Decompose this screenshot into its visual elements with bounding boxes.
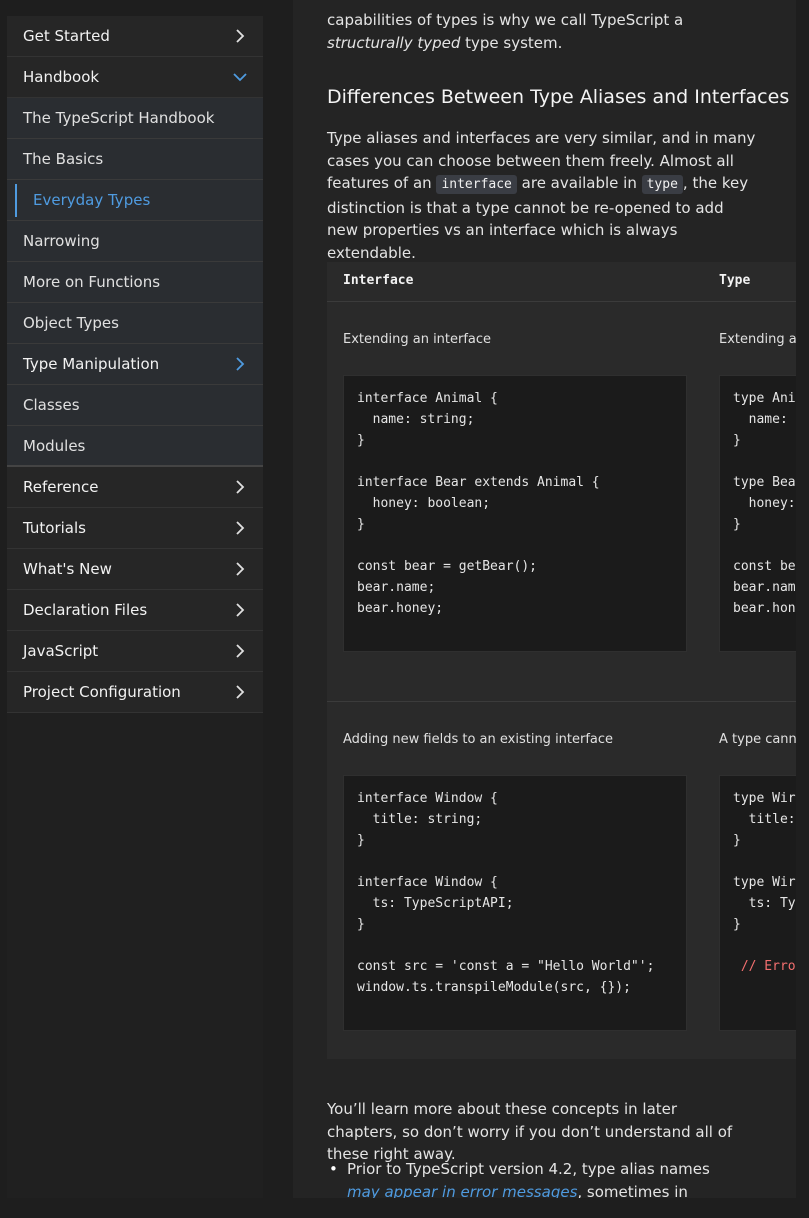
sidebar-item-reference[interactable]: Reference: [7, 467, 263, 508]
sidebar-item-label: Handbook: [23, 68, 100, 86]
main-content: capabilities of types is why we call Typ…: [293, 0, 796, 1198]
code-block: interface Animal { name: string; } inter…: [343, 375, 687, 652]
sidebar-item-label: Narrowing: [23, 232, 100, 250]
chevron-right-icon: [233, 480, 247, 494]
table-cell-label: Adding new fields to an existing interfa…: [343, 732, 614, 747]
sidebar-item-project-configuration[interactable]: Project Configuration: [7, 672, 263, 713]
sidebar-item-handbook[interactable]: Handbook: [7, 57, 263, 98]
sidebar-item-label: The TypeScript Handbook: [23, 109, 215, 127]
sidebar-item-label: Get Started: [23, 27, 110, 45]
code-block: type Wir title: } type Wir ts: Ty } // E…: [719, 775, 796, 1031]
sidebar-item-label: Everyday Types: [33, 191, 151, 209]
sidebar-item-classes[interactable]: Classes: [7, 385, 263, 426]
sidebar-item-label: Modules: [23, 436, 86, 455]
section-heading: Differences Between Type Aliases and Int…: [327, 86, 790, 108]
followup-paragraph: You’ll learn more about these concepts i…: [327, 1100, 733, 1163]
sidebar: Get Started Handbook The TypeScript Hand…: [7, 16, 263, 1198]
table-cell-label: A type canno: [719, 732, 796, 747]
sidebar-item-label: Reference: [23, 478, 99, 496]
table-cell-label: Extending an interface: [343, 332, 492, 347]
intro-text: capabilities of types is why we call Typ…: [327, 11, 684, 29]
sidebar-item-whats-new[interactable]: What's New: [7, 549, 263, 590]
chevron-right-icon: [233, 521, 247, 535]
table-header: Interface Type: [327, 262, 796, 302]
sidebar-item-modules[interactable]: Modules: [7, 426, 263, 467]
code-block: type Ani name: } type Bea honey: } const…: [719, 375, 796, 652]
table-cell-label: Extending a: [719, 332, 796, 347]
intro-text-end: type system.: [460, 33, 563, 52]
sidebar-item-label: Declaration Files: [23, 601, 148, 619]
column-header-interface: Interface: [343, 273, 414, 288]
inline-code: interface: [436, 175, 517, 194]
sidebar-item-get-started[interactable]: Get Started: [7, 16, 263, 57]
code-error-comment: // Erro: [733, 959, 796, 974]
notes-list: Prior to TypeScript version 4.2, type al…: [327, 1158, 717, 1198]
chevron-down-icon: [233, 70, 247, 84]
intro-paragraph: capabilities of types is why we call Typ…: [327, 9, 759, 54]
chevron-right-icon: [233, 29, 247, 43]
chevron-right-icon: [233, 685, 247, 699]
comparison-paragraph: Type aliases and interfaces are very sim…: [327, 127, 759, 264]
sidebar-item-tutorials[interactable]: Tutorials: [7, 508, 263, 549]
comparison-table: Interface Type Extending an interface Ex…: [327, 262, 796, 1059]
code-text: type Wir title: } type Wir ts: Ty }: [733, 791, 796, 932]
sidebar-item-label: Classes: [23, 396, 80, 414]
chevron-right-icon: [233, 644, 247, 658]
list-item: Prior to TypeScript version 4.2, type al…: [327, 1158, 717, 1198]
list-item-text: Prior to TypeScript version 4.2, type al…: [347, 1160, 710, 1178]
sidebar-item-typescript-handbook[interactable]: The TypeScript Handbook: [7, 98, 263, 139]
paragraph-text: are available in: [516, 174, 642, 192]
sidebar-item-label: What's New: [23, 560, 112, 578]
code-block: interface Window { title: string; } inte…: [343, 775, 687, 1031]
sidebar-item-label: Project Configuration: [23, 683, 181, 701]
inline-code: type: [641, 175, 683, 194]
sidebar-item-label: Type Manipulation: [23, 355, 160, 373]
sidebar-item-label: The Basics: [23, 150, 104, 168]
chevron-right-icon: [233, 562, 247, 576]
sidebar-item-object-types[interactable]: Object Types: [7, 303, 263, 344]
row-divider: [327, 701, 796, 702]
sidebar-item-label: JavaScript: [23, 642, 99, 660]
sidebar-item-the-basics[interactable]: The Basics: [7, 139, 263, 180]
chevron-right-icon: [233, 357, 247, 371]
error-messages-link[interactable]: may appear in error messages: [347, 1183, 577, 1199]
sidebar-item-more-on-functions[interactable]: More on Functions: [7, 262, 263, 303]
sidebar-item-type-manipulation[interactable]: Type Manipulation: [7, 344, 263, 385]
sidebar-item-declaration-files[interactable]: Declaration Files: [7, 590, 263, 631]
active-indicator: [15, 183, 17, 217]
sidebar-item-label: Object Types: [23, 314, 119, 332]
sidebar-item-javascript[interactable]: JavaScript: [7, 631, 263, 672]
sidebar-item-narrowing[interactable]: Narrowing: [7, 221, 263, 262]
sidebar-item-everyday-types[interactable]: Everyday Types: [7, 180, 263, 221]
sidebar-item-label: More on Functions: [23, 273, 161, 291]
chevron-right-icon: [233, 603, 247, 617]
intro-emphasis: structurally typed: [327, 33, 461, 52]
sidebar-item-label: Tutorials: [23, 519, 86, 537]
column-header-type: Type: [719, 273, 751, 288]
